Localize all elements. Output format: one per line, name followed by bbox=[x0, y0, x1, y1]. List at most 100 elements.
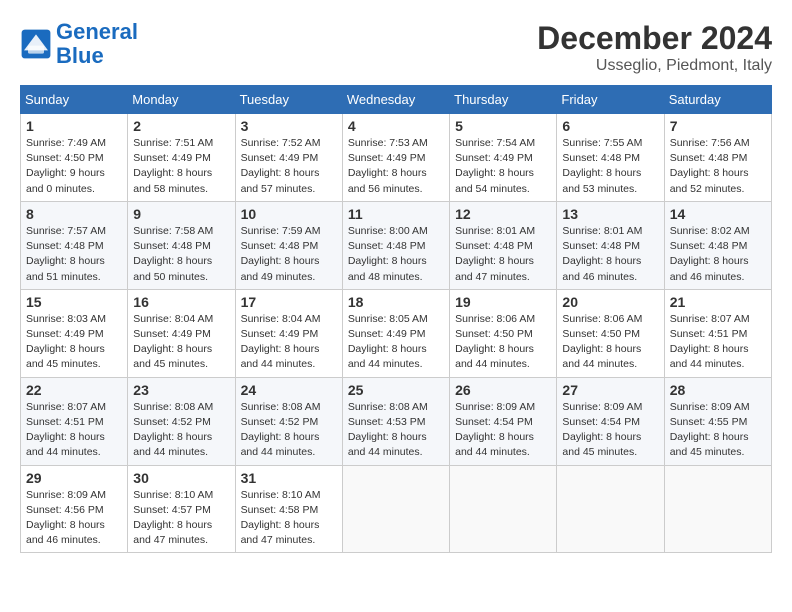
day-info: Sunrise: 8:01 AMSunset: 4:48 PMDaylight:… bbox=[562, 225, 642, 283]
calendar-cell: 11 Sunrise: 8:00 AMSunset: 4:48 PMDaylig… bbox=[342, 201, 449, 289]
logo-line2: Blue bbox=[56, 43, 104, 68]
day-number: 26 bbox=[455, 382, 551, 398]
logo-text: General Blue bbox=[56, 20, 138, 68]
calendar-cell: 23 Sunrise: 8:08 AMSunset: 4:52 PMDaylig… bbox=[128, 377, 235, 465]
day-info: Sunrise: 8:00 AMSunset: 4:48 PMDaylight:… bbox=[348, 225, 428, 283]
calendar-cell: 15 Sunrise: 8:03 AMSunset: 4:49 PMDaylig… bbox=[21, 289, 128, 377]
week-row-5: 29 Sunrise: 8:09 AMSunset: 4:56 PMDaylig… bbox=[21, 465, 772, 553]
day-number: 10 bbox=[241, 206, 337, 222]
calendar-cell: 24 Sunrise: 8:08 AMSunset: 4:52 PMDaylig… bbox=[235, 377, 342, 465]
calendar-cell: 31 Sunrise: 8:10 AMSunset: 4:58 PMDaylig… bbox=[235, 465, 342, 553]
day-number: 1 bbox=[26, 118, 122, 134]
day-info: Sunrise: 7:59 AMSunset: 4:48 PMDaylight:… bbox=[241, 225, 321, 283]
day-info: Sunrise: 8:06 AMSunset: 4:50 PMDaylight:… bbox=[562, 313, 642, 371]
day-info: Sunrise: 8:05 AMSunset: 4:49 PMDaylight:… bbox=[348, 313, 428, 371]
calendar-cell: 9 Sunrise: 7:58 AMSunset: 4:48 PMDayligh… bbox=[128, 201, 235, 289]
calendar-cell: 8 Sunrise: 7:57 AMSunset: 4:48 PMDayligh… bbox=[21, 201, 128, 289]
day-number: 21 bbox=[670, 294, 766, 310]
calendar-cell bbox=[450, 465, 557, 553]
calendar-table: SundayMondayTuesdayWednesdayThursdayFrid… bbox=[20, 85, 772, 553]
day-info: Sunrise: 8:07 AMSunset: 4:51 PMDaylight:… bbox=[26, 401, 106, 459]
day-info: Sunrise: 8:09 AMSunset: 4:54 PMDaylight:… bbox=[562, 401, 642, 459]
page-header: General Blue December 2024 Usseglio, Pie… bbox=[20, 20, 772, 75]
day-info: Sunrise: 8:04 AMSunset: 4:49 PMDaylight:… bbox=[133, 313, 213, 371]
day-number: 12 bbox=[455, 206, 551, 222]
calendar-cell: 2 Sunrise: 7:51 AMSunset: 4:49 PMDayligh… bbox=[128, 114, 235, 202]
calendar-cell: 3 Sunrise: 7:52 AMSunset: 4:49 PMDayligh… bbox=[235, 114, 342, 202]
day-number: 8 bbox=[26, 206, 122, 222]
day-number: 2 bbox=[133, 118, 229, 134]
day-info: Sunrise: 8:08 AMSunset: 4:52 PMDaylight:… bbox=[241, 401, 321, 459]
calendar-cell: 19 Sunrise: 8:06 AMSunset: 4:50 PMDaylig… bbox=[450, 289, 557, 377]
weekday-header-sunday: Sunday bbox=[21, 86, 128, 114]
day-info: Sunrise: 8:08 AMSunset: 4:52 PMDaylight:… bbox=[133, 401, 213, 459]
day-number: 14 bbox=[670, 206, 766, 222]
calendar-cell: 22 Sunrise: 8:07 AMSunset: 4:51 PMDaylig… bbox=[21, 377, 128, 465]
day-number: 29 bbox=[26, 470, 122, 486]
day-number: 24 bbox=[241, 382, 337, 398]
day-info: Sunrise: 8:08 AMSunset: 4:53 PMDaylight:… bbox=[348, 401, 428, 459]
day-info: Sunrise: 7:57 AMSunset: 4:48 PMDaylight:… bbox=[26, 225, 106, 283]
calendar-cell: 5 Sunrise: 7:54 AMSunset: 4:49 PMDayligh… bbox=[450, 114, 557, 202]
day-number: 28 bbox=[670, 382, 766, 398]
location-subtitle: Usseglio, Piedmont, Italy bbox=[537, 57, 772, 75]
calendar-cell bbox=[342, 465, 449, 553]
day-number: 16 bbox=[133, 294, 229, 310]
calendar-cell: 27 Sunrise: 8:09 AMSunset: 4:54 PMDaylig… bbox=[557, 377, 664, 465]
day-info: Sunrise: 8:09 AMSunset: 4:55 PMDaylight:… bbox=[670, 401, 750, 459]
calendar-cell: 18 Sunrise: 8:05 AMSunset: 4:49 PMDaylig… bbox=[342, 289, 449, 377]
week-row-3: 15 Sunrise: 8:03 AMSunset: 4:49 PMDaylig… bbox=[21, 289, 772, 377]
week-row-2: 8 Sunrise: 7:57 AMSunset: 4:48 PMDayligh… bbox=[21, 201, 772, 289]
calendar-cell: 21 Sunrise: 8:07 AMSunset: 4:51 PMDaylig… bbox=[664, 289, 771, 377]
calendar-cell bbox=[664, 465, 771, 553]
calendar-cell: 28 Sunrise: 8:09 AMSunset: 4:55 PMDaylig… bbox=[664, 377, 771, 465]
day-number: 30 bbox=[133, 470, 229, 486]
day-info: Sunrise: 8:07 AMSunset: 4:51 PMDaylight:… bbox=[670, 313, 750, 371]
calendar-cell: 30 Sunrise: 8:10 AMSunset: 4:57 PMDaylig… bbox=[128, 465, 235, 553]
calendar-cell: 16 Sunrise: 8:04 AMSunset: 4:49 PMDaylig… bbox=[128, 289, 235, 377]
calendar-cell: 13 Sunrise: 8:01 AMSunset: 4:48 PMDaylig… bbox=[557, 201, 664, 289]
calendar-cell: 10 Sunrise: 7:59 AMSunset: 4:48 PMDaylig… bbox=[235, 201, 342, 289]
day-number: 17 bbox=[241, 294, 337, 310]
day-info: Sunrise: 8:01 AMSunset: 4:48 PMDaylight:… bbox=[455, 225, 535, 283]
day-info: Sunrise: 8:09 AMSunset: 4:54 PMDaylight:… bbox=[455, 401, 535, 459]
day-info: Sunrise: 8:03 AMSunset: 4:49 PMDaylight:… bbox=[26, 313, 106, 371]
logo-icon bbox=[20, 28, 52, 60]
day-number: 31 bbox=[241, 470, 337, 486]
day-info: Sunrise: 7:49 AMSunset: 4:50 PMDaylight:… bbox=[26, 137, 106, 195]
day-number: 3 bbox=[241, 118, 337, 134]
day-info: Sunrise: 8:04 AMSunset: 4:49 PMDaylight:… bbox=[241, 313, 321, 371]
day-info: Sunrise: 7:51 AMSunset: 4:49 PMDaylight:… bbox=[133, 137, 213, 195]
calendar-cell: 7 Sunrise: 7:56 AMSunset: 4:48 PMDayligh… bbox=[664, 114, 771, 202]
day-number: 7 bbox=[670, 118, 766, 134]
day-number: 23 bbox=[133, 382, 229, 398]
logo-line1: General bbox=[56, 19, 138, 44]
calendar-cell: 25 Sunrise: 8:08 AMSunset: 4:53 PMDaylig… bbox=[342, 377, 449, 465]
day-info: Sunrise: 7:52 AMSunset: 4:49 PMDaylight:… bbox=[241, 137, 321, 195]
day-number: 25 bbox=[348, 382, 444, 398]
calendar-cell: 29 Sunrise: 8:09 AMSunset: 4:56 PMDaylig… bbox=[21, 465, 128, 553]
day-number: 5 bbox=[455, 118, 551, 134]
logo: General Blue bbox=[20, 20, 138, 68]
day-info: Sunrise: 7:56 AMSunset: 4:48 PMDaylight:… bbox=[670, 137, 750, 195]
calendar-cell: 26 Sunrise: 8:09 AMSunset: 4:54 PMDaylig… bbox=[450, 377, 557, 465]
day-number: 27 bbox=[562, 382, 658, 398]
day-info: Sunrise: 7:54 AMSunset: 4:49 PMDaylight:… bbox=[455, 137, 535, 195]
day-info: Sunrise: 8:09 AMSunset: 4:56 PMDaylight:… bbox=[26, 489, 106, 547]
day-number: 18 bbox=[348, 294, 444, 310]
calendar-cell bbox=[557, 465, 664, 553]
weekday-header-tuesday: Tuesday bbox=[235, 86, 342, 114]
weekday-header-saturday: Saturday bbox=[664, 86, 771, 114]
calendar-cell: 6 Sunrise: 7:55 AMSunset: 4:48 PMDayligh… bbox=[557, 114, 664, 202]
calendar-cell: 17 Sunrise: 8:04 AMSunset: 4:49 PMDaylig… bbox=[235, 289, 342, 377]
calendar-cell: 4 Sunrise: 7:53 AMSunset: 4:49 PMDayligh… bbox=[342, 114, 449, 202]
week-row-1: 1 Sunrise: 7:49 AMSunset: 4:50 PMDayligh… bbox=[21, 114, 772, 202]
weekday-header-wednesday: Wednesday bbox=[342, 86, 449, 114]
day-info: Sunrise: 8:10 AMSunset: 4:57 PMDaylight:… bbox=[133, 489, 213, 547]
day-info: Sunrise: 7:58 AMSunset: 4:48 PMDaylight:… bbox=[133, 225, 213, 283]
calendar-cell: 14 Sunrise: 8:02 AMSunset: 4:48 PMDaylig… bbox=[664, 201, 771, 289]
day-number: 11 bbox=[348, 206, 444, 222]
day-number: 19 bbox=[455, 294, 551, 310]
day-number: 20 bbox=[562, 294, 658, 310]
day-info: Sunrise: 8:10 AMSunset: 4:58 PMDaylight:… bbox=[241, 489, 321, 547]
